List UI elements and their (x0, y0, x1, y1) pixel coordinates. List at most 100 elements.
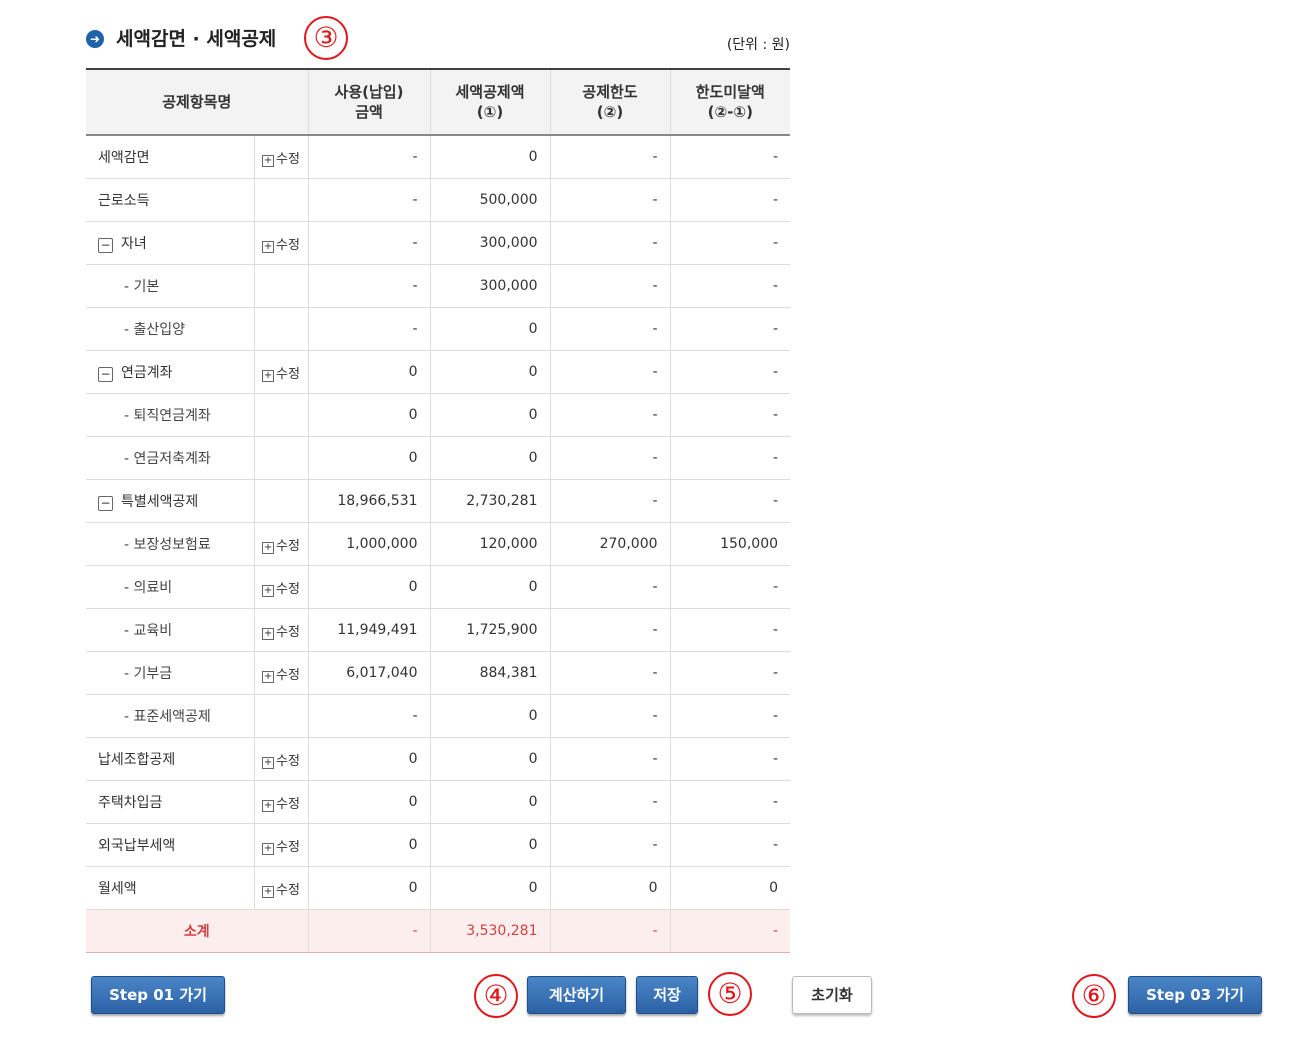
row-name: 세액감면 (86, 135, 254, 179)
collapse-toggle-icon[interactable]: − (98, 367, 113, 382)
total-label: 소계 (86, 909, 309, 953)
plus-box-icon: + (262, 541, 275, 554)
cell-deduction: 300,000 (429, 264, 551, 308)
cell-shortfall: 0 (669, 866, 791, 910)
edit-link[interactable]: + 수정 (253, 823, 309, 867)
edit-cell-empty (253, 178, 309, 222)
edit-link[interactable]: + 수정 (253, 221, 309, 265)
cell-used: - (307, 221, 431, 265)
row-name: 주택차입금 (86, 780, 254, 824)
cell-deduction: 0 (429, 436, 551, 480)
plus-box-icon: + (262, 627, 275, 640)
section-title: 세액감면 · 세액공제 (116, 28, 277, 50)
row-name: 납세조합공제 (86, 737, 254, 781)
cell-limit: - (549, 694, 671, 738)
cell-used: - (307, 264, 431, 308)
cell-deduction: 0 (429, 135, 551, 179)
step-03-button[interactable]: Step 03 가기 (1128, 976, 1262, 1014)
table-row: 외국납부세액 + 수정 0 0 - - (86, 823, 791, 867)
cell-deduction: 884,381 (429, 651, 551, 695)
cell-deduction: 1,725,900 (429, 608, 551, 652)
table-row: 주택차입금 + 수정 0 0 - - (86, 780, 791, 824)
cell-limit: - (549, 608, 671, 652)
header-shortfall: 한도미달액 (②-①) (669, 68, 791, 136)
edit-link[interactable]: + 수정 (253, 565, 309, 609)
cell-shortfall: - (669, 178, 791, 222)
table-row: - 의료비 + 수정 0 0 - - (86, 565, 791, 609)
table-row: - 연금저축계좌 0 0 - - (86, 436, 791, 480)
plus-box-icon: + (262, 799, 275, 812)
table-header-row: 공제항목명 사용(납입) 금액 세액공제액 (①) 공제한도 (②) 한도미달액 (②-… (86, 68, 791, 136)
reset-button[interactable]: 초기화 (792, 976, 872, 1014)
edit-link[interactable]: + 수정 (253, 135, 309, 179)
row-name: - 보장성보험료 (86, 522, 254, 566)
table-row: 세액감면 + 수정 - 0 - - (86, 135, 791, 179)
row-name: - 표준세액공제 (86, 694, 254, 738)
edit-link[interactable]: + 수정 (253, 866, 309, 910)
arrow-right-circle-icon: ➜ (86, 30, 104, 48)
row-name: - 연금저축계좌 (86, 436, 254, 480)
table-row: − 특별세액공제 18,966,531 2,730,281 - - (86, 479, 791, 523)
edit-link[interactable]: + 수정 (253, 737, 309, 781)
cell-shortfall: - (669, 393, 791, 437)
step-01-button[interactable]: Step 01 가기 (91, 976, 225, 1014)
edit-cell-empty (253, 436, 309, 480)
plus-box-icon: + (262, 670, 275, 683)
row-name: 외국납부세액 (86, 823, 254, 867)
cell-shortfall: - (669, 651, 791, 695)
annotation-5: ⑤ (708, 972, 752, 1016)
total-deduction: 3,530,281 (429, 909, 551, 953)
cell-limit: - (549, 178, 671, 222)
cell-used: 1,000,000 (307, 522, 431, 566)
table-row: - 교육비 + 수정 11,949,491 1,725,900 - - (86, 608, 791, 652)
cell-deduction: 2,730,281 (429, 479, 551, 523)
cell-shortfall: - (669, 221, 791, 265)
cell-deduction: 0 (429, 823, 551, 867)
save-button[interactable]: 저장 (636, 976, 698, 1014)
cell-shortfall: - (669, 823, 791, 867)
row-name: 근로소득 (86, 178, 254, 222)
cell-used: - (307, 694, 431, 738)
edit-link[interactable]: + 수정 (253, 350, 309, 394)
unit-label: (단위 : 원) (726, 37, 790, 53)
cell-used: - (307, 307, 431, 351)
edit-link[interactable]: + 수정 (253, 780, 309, 824)
cell-limit: 0 (549, 866, 671, 910)
cell-used: 6,017,040 (307, 651, 431, 695)
edit-link[interactable]: + 수정 (253, 608, 309, 652)
cell-used: 0 (307, 780, 431, 824)
table-row: 근로소득 - 500,000 - - (86, 178, 791, 222)
cell-shortfall: 150,000 (669, 522, 791, 566)
table-row: - 기본 - 300,000 - - (86, 264, 791, 308)
cell-deduction: 0 (429, 393, 551, 437)
cell-deduction: 0 (429, 780, 551, 824)
cell-deduction: 0 (429, 866, 551, 910)
edit-link[interactable]: + 수정 (253, 651, 309, 695)
header-name: 공제항목명 (86, 68, 309, 136)
total-shortfall: - (669, 909, 791, 953)
cell-limit: - (549, 436, 671, 480)
plus-box-icon: + (262, 584, 275, 597)
cell-limit: - (549, 264, 671, 308)
plus-box-icon: + (262, 842, 275, 855)
cell-limit: - (549, 823, 671, 867)
cell-used: 0 (307, 436, 431, 480)
cell-limit: - (549, 737, 671, 781)
cell-used: 0 (307, 350, 431, 394)
collapse-toggle-icon[interactable]: − (98, 238, 113, 253)
row-name-collapsible: − 특별세액공제 (86, 479, 254, 523)
collapse-toggle-icon[interactable]: − (98, 496, 113, 511)
cell-deduction: 0 (429, 307, 551, 351)
calculate-button[interactable]: 계산하기 (527, 976, 626, 1014)
table-row: - 퇴직연금계좌 0 0 - - (86, 393, 791, 437)
annotation-3: ③ (304, 16, 348, 60)
cell-limit: - (549, 350, 671, 394)
cell-shortfall: - (669, 436, 791, 480)
annotation-6: ⑥ (1072, 974, 1116, 1018)
table-row: 납세조합공제 + 수정 0 0 - - (86, 737, 791, 781)
cell-used: 0 (307, 737, 431, 781)
cell-limit: - (549, 393, 671, 437)
edit-link[interactable]: + 수정 (253, 522, 309, 566)
edit-cell-empty (253, 264, 309, 308)
plus-box-icon: + (262, 756, 275, 769)
